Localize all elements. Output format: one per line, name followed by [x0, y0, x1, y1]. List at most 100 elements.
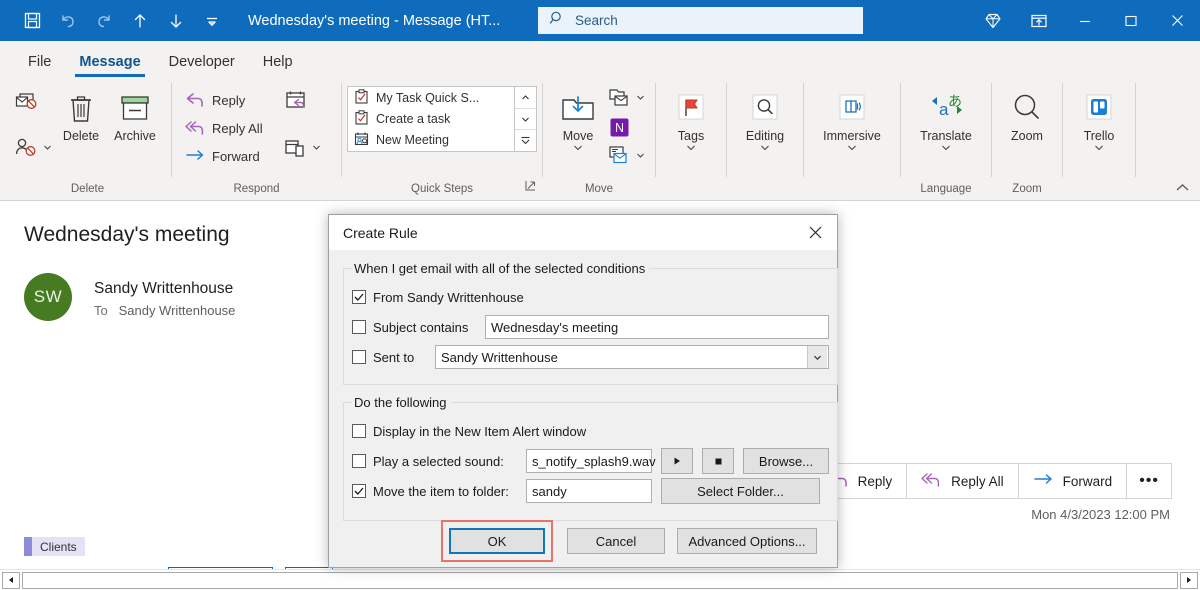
quick-step-my-task[interactable]: My Task Quick S...	[348, 87, 514, 108]
search-placeholder: Search	[575, 13, 618, 28]
ok-button[interactable]: OK	[449, 528, 545, 554]
group-divider	[542, 83, 543, 177]
task-clipboard-icon	[354, 110, 369, 128]
sound-file-input[interactable]: s_notify_splash9.wav	[526, 449, 652, 473]
maximize-button[interactable]	[1108, 0, 1154, 41]
close-button[interactable]	[1154, 0, 1200, 41]
page-title: Wednesday's meeting	[24, 223, 230, 247]
onenote-icon[interactable]: N	[607, 115, 645, 139]
block-sender-icon[interactable]	[14, 136, 52, 160]
sent-to-combobox[interactable]: Sandy Writtenhouse	[435, 345, 829, 369]
chevron-down-icon[interactable]	[636, 89, 645, 107]
chevron-down-icon[interactable]	[760, 144, 770, 154]
quick-steps-gallery[interactable]: My Task Quick S... Create a task	[347, 86, 537, 152]
advanced-options-button[interactable]: Advanced Options...	[677, 528, 817, 554]
immersive-button[interactable]: Immersive	[817, 84, 887, 156]
chevron-down-icon[interactable]	[573, 144, 583, 154]
condition-sent-to-row: Sent to Sandy Writtenhouse	[352, 344, 829, 370]
search-icon	[549, 10, 565, 31]
ribbon-group-zoom: Zoom Zoom	[994, 77, 1060, 199]
previous-item-icon[interactable]	[122, 4, 158, 38]
quick-steps-dialog-launcher[interactable]	[525, 178, 536, 196]
chevron-down-icon[interactable]	[941, 144, 951, 154]
tab-file[interactable]: File	[16, 48, 63, 77]
scroll-right-arrow[interactable]	[1180, 572, 1198, 589]
subject-input[interactable]: Wednesday's meeting	[485, 315, 829, 339]
reply-button[interactable]: Reply	[180, 86, 267, 114]
horizontal-scrollbar[interactable]	[0, 569, 1200, 590]
chevron-down-icon[interactable]	[636, 147, 645, 165]
actions-icon[interactable]	[607, 144, 645, 168]
minimize-button[interactable]	[1062, 0, 1108, 41]
reply-icon	[184, 91, 206, 109]
tags-button[interactable]: Tags	[664, 84, 718, 156]
collapse-ribbon-icon[interactable]	[1175, 182, 1190, 197]
from-checkbox[interactable]	[352, 290, 366, 304]
redo-icon[interactable]	[86, 4, 122, 38]
browse-button[interactable]: Browse...	[743, 448, 829, 474]
quick-steps-more-arrow[interactable]	[515, 130, 536, 151]
stop-sound-button[interactable]	[702, 448, 734, 474]
cancel-button[interactable]: Cancel	[567, 528, 665, 554]
forward-action-button[interactable]: Forward	[1018, 463, 1127, 499]
diamond-icon[interactable]	[970, 0, 1016, 41]
group-label-delete: Delete	[12, 183, 163, 199]
chevron-down-icon[interactable]	[312, 139, 321, 157]
select-folder-button[interactable]: Select Folder...	[661, 478, 820, 504]
quick-step-create-a-task[interactable]: Create a task	[348, 108, 514, 129]
save-icon[interactable]	[14, 4, 50, 38]
avatar: SW	[24, 273, 72, 321]
group-label-move: Move	[551, 183, 647, 199]
undo-icon[interactable]	[50, 4, 86, 38]
play-sound-button[interactable]	[661, 448, 693, 474]
search-input[interactable]: Search	[538, 7, 863, 34]
ignore-conversation-icon[interactable]	[14, 90, 52, 114]
share-window-icon[interactable]	[1016, 0, 1062, 41]
trello-button[interactable]: Trello	[1072, 84, 1126, 156]
to-label: To	[94, 303, 108, 318]
forward-button[interactable]: Forward	[180, 142, 267, 170]
chevron-down-icon[interactable]	[847, 144, 857, 154]
horizontal-scroll-track[interactable]	[22, 572, 1178, 589]
move-button[interactable]: Move	[551, 84, 605, 156]
tab-developer[interactable]: Developer	[157, 48, 247, 77]
more-actions-icon[interactable]: •••	[1126, 463, 1172, 499]
reply-all-action-button[interactable]: Reply All	[906, 463, 1018, 499]
reply-all-button[interactable]: Reply All	[180, 114, 267, 142]
scroll-up-arrow[interactable]	[515, 87, 536, 109]
next-item-icon[interactable]	[158, 4, 194, 38]
conditions-group: When I get email with all of the selecte…	[343, 261, 838, 385]
tab-message[interactable]: Message	[67, 48, 152, 77]
scroll-left-arrow[interactable]	[2, 572, 20, 589]
editing-button[interactable]: Editing	[738, 84, 792, 156]
scroll-down-arrow[interactable]	[515, 109, 536, 131]
play-sound-checkbox[interactable]	[352, 454, 366, 468]
chevron-down-icon[interactable]	[807, 346, 827, 368]
trello-button-label: Trello	[1084, 130, 1115, 143]
rules-icon[interactable]	[607, 86, 645, 110]
tab-help[interactable]: Help	[251, 48, 305, 77]
title-bar: Wednesday's meeting - Message (HT... Sea…	[0, 0, 1200, 41]
move-folder-checkbox[interactable]	[352, 484, 366, 498]
chevron-down-icon[interactable]	[686, 144, 696, 154]
more-respond-icon[interactable]	[283, 136, 321, 160]
dialog-footer: OK Cancel Advanced Options...	[329, 515, 837, 567]
customize-quick-access-toolbar-icon[interactable]	[194, 4, 230, 38]
close-icon[interactable]	[799, 218, 831, 248]
display-alert-checkbox[interactable]	[352, 424, 366, 438]
status-badge[interactable]: Clients	[24, 537, 85, 556]
chevron-down-icon[interactable]	[1094, 144, 1104, 154]
chevron-down-icon[interactable]	[43, 139, 52, 157]
translate-button[interactable]: aあ Translate	[914, 84, 978, 156]
subject-checkbox[interactable]	[352, 320, 366, 334]
stop-icon	[714, 457, 723, 466]
quick-steps-scroll[interactable]	[514, 87, 536, 151]
folder-input[interactable]: sandy	[526, 479, 652, 503]
quick-step-new-meeting[interactable]: New Meeting	[348, 130, 514, 151]
group-divider	[341, 83, 342, 177]
zoom-button[interactable]: Zoom	[1000, 84, 1054, 145]
archive-button[interactable]: Archive	[108, 84, 162, 145]
sent-to-checkbox[interactable]	[352, 350, 366, 364]
meeting-reply-icon[interactable]	[283, 88, 321, 112]
delete-button[interactable]: Delete	[54, 84, 108, 145]
